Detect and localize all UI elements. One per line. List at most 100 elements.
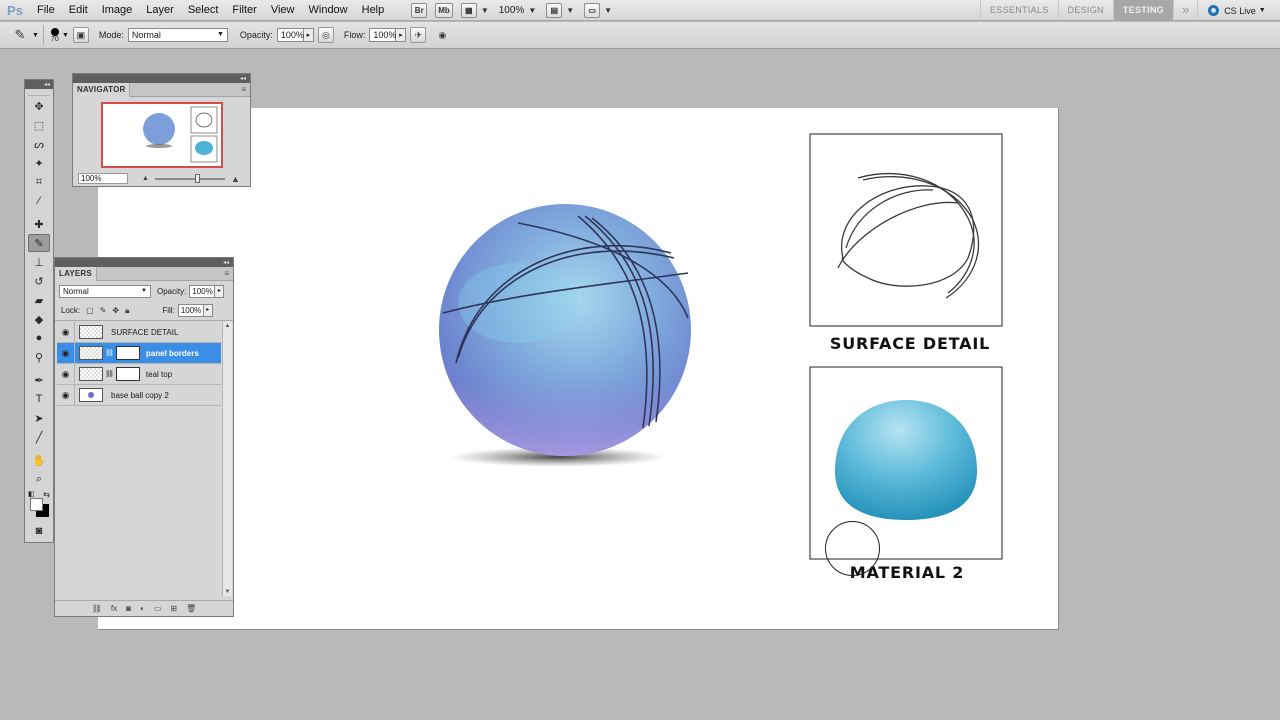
layers-scrollbar[interactable]: ▲ ▼ <box>222 322 232 596</box>
quick-select-tool-icon[interactable]: ✦ <box>28 154 50 172</box>
workspace-testing[interactable]: TESTING <box>1112 0 1173 21</box>
zoom-level[interactable]: 100% <box>499 5 525 16</box>
visibility-eye-icon[interactable]: ◉ <box>57 342 75 364</box>
menu-layer[interactable]: Layer <box>139 0 181 21</box>
hand-tool-icon[interactable]: ✋ <box>28 451 50 469</box>
adjustment-layer-icon[interactable]: ◐ <box>140 604 145 613</box>
chevron-down-icon[interactable]: ▼ <box>566 6 574 15</box>
pressure-opacity-icon[interactable]: ◎ <box>317 27 334 43</box>
chevron-right-icon[interactable]: ▸ <box>303 28 314 42</box>
flow-input[interactable]: 100% <box>369 28 396 42</box>
zoom-tool-icon[interactable]: ⌕ <box>28 470 50 488</box>
chevron-down-icon[interactable]: ▼ <box>62 32 69 39</box>
slider-knob[interactable] <box>194 173 200 183</box>
layer-style-icon[interactable]: fx <box>111 604 117 613</box>
navigator-thumbnail[interactable] <box>101 102 223 168</box>
pressure-size-icon[interactable]: ◉ <box>434 27 450 43</box>
layer-mask-thumbnail[interactable] <box>115 346 140 360</box>
scroll-down-icon[interactable]: ▼ <box>223 589 232 595</box>
lock-pixels-icon[interactable]: ✎ <box>100 306 107 315</box>
menu-edit[interactable]: Edit <box>62 0 95 21</box>
lasso-tool-icon[interactable]: ᔕ <box>28 135 50 153</box>
brush-tool-icon[interactable]: ✎ <box>28 234 50 252</box>
chevron-right-icon[interactable]: ▸ <box>215 284 225 298</box>
layer-row[interactable]: ◉ SURFACE DETAIL <box>57 321 221 343</box>
delete-layer-icon[interactable]: 🗑︎ <box>186 604 196 613</box>
navigator-zoom-slider[interactable] <box>154 173 225 183</box>
zoom-in-icon[interactable]: ▲ <box>231 174 240 184</box>
collapse-icon[interactable]: ◂◂ <box>44 81 50 88</box>
visibility-eye-icon[interactable]: ◉ <box>57 384 75 406</box>
crop-tool-icon[interactable]: ⌗ <box>28 173 50 191</box>
menu-file[interactable]: File <box>30 0 62 21</box>
tools-grip[interactable] <box>28 90 50 96</box>
lock-all-icon[interactable]: 🔒︎ <box>125 306 129 316</box>
tab-navigator[interactable]: NAVIGATOR <box>73 82 131 97</box>
chevron-down-icon[interactable]: ▼ <box>32 32 39 39</box>
new-layer-icon[interactable]: ⊞ <box>170 604 177 613</box>
view-extras-button[interactable]: ▦ <box>460 2 477 18</box>
chevron-right-icon[interactable]: ▸ <box>203 304 213 317</box>
lock-position-icon[interactable]: ✥ <box>112 306 119 315</box>
brush-picker[interactable]: 70 <box>50 27 59 43</box>
collapse-icon[interactable]: ◂◂ <box>240 75 246 82</box>
move-tool-icon[interactable]: ✥ <box>28 97 50 115</box>
menu-filter[interactable]: Filter <box>225 0 263 21</box>
type-tool-icon[interactable]: T <box>28 390 50 408</box>
swap-colors-icon[interactable]: ⇆ <box>43 490 50 499</box>
menu-help[interactable]: Help <box>355 0 392 21</box>
mask-link-icon[interactable]: ⛓ <box>105 349 114 357</box>
screen-mode-button[interactable]: ▭ <box>584 2 601 18</box>
new-group-icon[interactable]: ▭ <box>154 604 162 613</box>
scroll-up-icon[interactable]: ▲ <box>223 323 232 329</box>
navigator-zoom-input[interactable]: 100% <box>78 173 128 184</box>
blend-mode-select[interactable]: Normal ▼ <box>59 284 151 298</box>
layer-mask-thumbnail[interactable] <box>115 367 140 381</box>
zoom-out-icon[interactable]: ▲ <box>142 175 149 182</box>
link-layers-icon[interactable]: ⛓ <box>92 604 102 613</box>
fill-input[interactable]: 100% <box>177 304 204 317</box>
arrange-documents-button[interactable]: ▤ <box>546 2 563 18</box>
marquee-tool-icon[interactable]: ⬚ <box>28 116 50 134</box>
layer-row[interactable]: ◉ ⛓ teal top <box>57 363 221 385</box>
history-brush-tool-icon[interactable]: ↺ <box>28 272 50 290</box>
mask-link-icon[interactable]: ⛓ <box>105 370 114 378</box>
chevron-down-icon[interactable]: ▼ <box>604 6 612 15</box>
bridge-button[interactable]: Br <box>411 2 428 18</box>
visibility-eye-icon[interactable]: ◉ <box>57 363 75 385</box>
layer-row[interactable]: ◉ base ball copy 2 <box>57 384 221 406</box>
line-tool-icon[interactable]: ╱ <box>28 428 50 446</box>
menu-select[interactable]: Select <box>181 0 226 21</box>
brush-panel-toggle-icon[interactable]: ▣ <box>72 27 89 43</box>
panel-menu-icon[interactable]: ≡ <box>224 269 229 278</box>
path-selection-tool-icon[interactable]: ➤ <box>28 409 50 427</box>
add-mask-icon[interactable]: ◙ <box>126 604 131 613</box>
default-colors-icon[interactable]: ◧ <box>28 490 35 498</box>
menu-view[interactable]: View <box>264 0 302 21</box>
chevron-down-icon[interactable]: ▼ <box>528 6 536 15</box>
more-workspaces-icon[interactable]: » <box>1172 0 1197 21</box>
tab-layers[interactable]: LAYERS <box>55 266 97 281</box>
eyedropper-tool-icon[interactable]: ⁄ <box>28 192 50 210</box>
clone-stamp-tool-icon[interactable]: ⊥ <box>28 253 50 271</box>
foreground-color[interactable] <box>30 498 43 511</box>
dodge-tool-icon[interactable]: ⚲ <box>28 348 50 366</box>
workspace-essentials[interactable]: ESSENTIALS <box>980 0 1058 21</box>
mode-select[interactable]: Normal ▼ <box>127 28 228 42</box>
chevron-right-icon[interactable]: ▸ <box>396 28 407 42</box>
panel-menu-icon[interactable]: ≡ <box>241 85 246 94</box>
layer-opacity-input[interactable]: 100% <box>189 284 216 298</box>
opacity-input[interactable]: 100% <box>276 28 304 42</box>
airbrush-icon[interactable]: ✈ <box>410 27 427 43</box>
chevron-down-icon[interactable]: ▼ <box>481 6 489 15</box>
eraser-tool-icon[interactable]: ▰ <box>28 291 50 309</box>
menu-window[interactable]: Window <box>302 0 355 21</box>
layer-row[interactable]: ◉ ⛓ panel borders <box>57 342 221 364</box>
menu-image[interactable]: Image <box>95 0 140 21</box>
quick-mask-icon[interactable]: ◙ <box>28 522 50 540</box>
lock-transparency-icon[interactable]: ▢ <box>86 306 94 315</box>
collapse-icon[interactable]: ◂◂ <box>223 259 229 266</box>
pen-tool-icon[interactable]: ✒ <box>28 371 50 389</box>
healing-brush-tool-icon[interactable]: ✚ <box>28 215 50 233</box>
workspace-design[interactable]: DESIGN <box>1057 0 1113 21</box>
